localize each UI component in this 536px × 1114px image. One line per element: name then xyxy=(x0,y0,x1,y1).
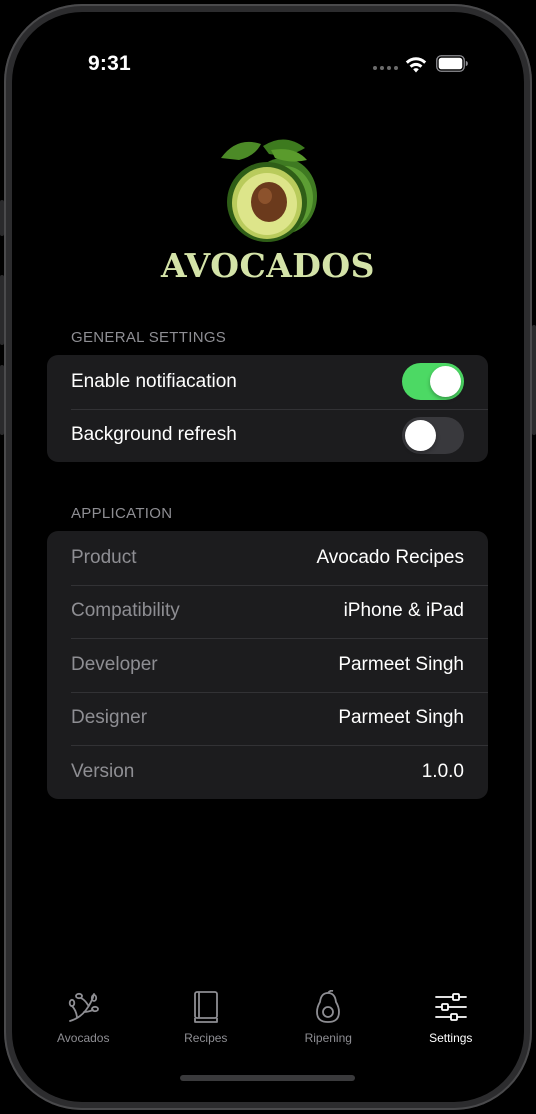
product-label: Product xyxy=(71,546,137,568)
tab-bar: Avocados Recipes Ripening Settings xyxy=(22,990,512,1050)
tab-ripening-label: Ripening xyxy=(304,1031,352,1045)
designer-row: Designer Parmeet Singh xyxy=(47,691,488,746)
background-refresh-row: Background refresh xyxy=(47,408,488,463)
notifications-label: Enable notifiacation xyxy=(71,370,237,392)
notifications-toggle[interactable] xyxy=(402,363,464,401)
tab-recipes[interactable]: Recipes xyxy=(145,990,268,1050)
designer-label: Designer xyxy=(71,707,148,729)
tab-avocados[interactable]: Avocados xyxy=(22,990,145,1050)
version-label: Version xyxy=(71,760,135,782)
tab-settings-label: Settings xyxy=(429,1031,473,1045)
tab-settings[interactable]: Settings xyxy=(390,990,513,1050)
version-value: 1.0.0 xyxy=(421,760,464,782)
general-settings-header: GENERAL SETTINGS xyxy=(71,329,227,346)
application-header: APPLICATION xyxy=(71,505,173,522)
product-row: Product Avocado Recipes xyxy=(47,531,488,585)
avocado-outline-icon xyxy=(316,990,341,1023)
developer-row: Developer Parmeet Singh xyxy=(47,638,488,692)
developer-value: Parmeet Singh xyxy=(338,653,464,675)
avocado-icon xyxy=(221,139,317,242)
tab-avocados-label: Avocados xyxy=(57,1031,110,1045)
application-group: Product Avocado Recipes Compatibility iP… xyxy=(47,531,488,799)
branch-icon xyxy=(69,992,100,1022)
background-refresh-label: Background refresh xyxy=(71,424,237,446)
general-settings-group: Enable notifiacation Background refresh xyxy=(47,355,488,462)
compatibility-label: Compatibility xyxy=(71,600,180,622)
notifications-row: Enable notifiacation xyxy=(47,355,488,409)
version-row: Version 1.0.0 xyxy=(47,745,488,799)
book-icon xyxy=(193,991,218,1023)
sliders-icon xyxy=(434,993,467,1021)
background-refresh-toggle[interactable] xyxy=(402,416,464,454)
developer-label: Developer xyxy=(71,653,158,675)
wifi-icon xyxy=(405,57,427,73)
app-brand-title: AVOCADOS xyxy=(160,246,376,285)
cellular-signal-icon xyxy=(373,66,399,71)
tab-recipes-label: Recipes xyxy=(184,1031,228,1045)
home-indicator[interactable] xyxy=(180,1075,355,1081)
tab-ripening[interactable]: Ripening xyxy=(267,990,390,1050)
compatibility-row: Compatibility iPhone & iPad xyxy=(47,584,488,639)
status-time: 9:31 xyxy=(88,52,131,75)
product-value: Avocado Recipes xyxy=(316,546,464,568)
designer-value: Parmeet Singh xyxy=(338,707,464,729)
compatibility-value: iPhone & iPad xyxy=(343,600,464,622)
battery-icon xyxy=(436,55,468,72)
power-button xyxy=(532,325,536,435)
